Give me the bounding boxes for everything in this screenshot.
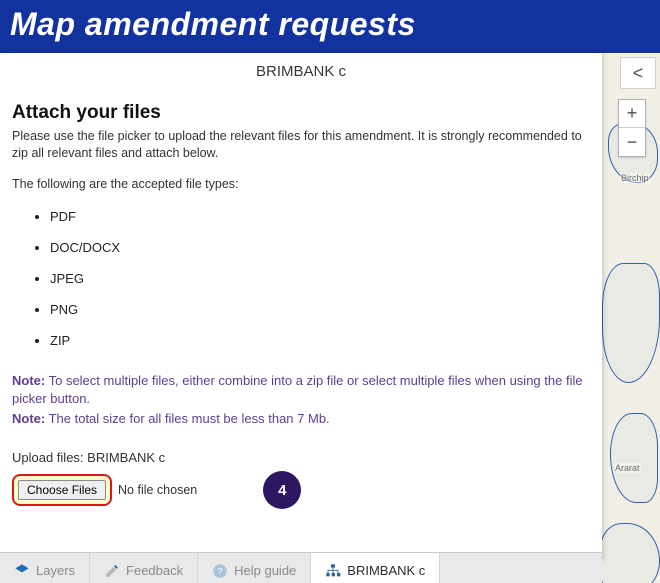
note-label: Note: xyxy=(12,411,45,426)
choose-files-button[interactable]: Choose Files xyxy=(18,480,106,500)
file-type-list: PDF DOC/DOCX JPEG PNG ZIP xyxy=(12,201,584,356)
tab-label: BRIMBANK c xyxy=(347,563,425,578)
choose-files-label: Choose Files xyxy=(27,483,97,497)
choose-files-highlight: Choose Files xyxy=(12,474,112,506)
body-area: Birchip Ararat < + − BRIMBANK c Attach y… xyxy=(0,53,660,583)
note-multiple-files: Note: To select multiple files, either c… xyxy=(12,372,584,408)
map-region-shape xyxy=(602,263,660,383)
file-chooser-row: Choose Files No file chosen 4 xyxy=(12,471,584,509)
step-badge: 4 xyxy=(263,471,301,509)
note-text: The total size for all files must be les… xyxy=(45,411,329,426)
form-panel: BRIMBANK c Attach your files Please use … xyxy=(0,53,602,561)
instructions-text: Please use the file picker to upload the… xyxy=(12,128,584,162)
zoom-out-button[interactable]: − xyxy=(619,128,645,156)
section-title: Attach your files xyxy=(12,102,584,124)
minus-icon: − xyxy=(627,132,638,153)
page-banner: Map amendment requests xyxy=(0,0,660,53)
tab-brimbank[interactable]: BRIMBANK c xyxy=(311,553,440,583)
map-region-shape xyxy=(610,413,658,503)
list-item: JPEG xyxy=(50,263,584,294)
panel-header: BRIMBANK c xyxy=(0,53,602,90)
no-file-chosen-text: No file chosen xyxy=(118,483,197,497)
panel-scroll-area[interactable]: Attach your files Please use the file pi… xyxy=(0,90,602,561)
note-label: Note: xyxy=(12,373,45,388)
list-item: PDF xyxy=(50,201,584,232)
list-item: DOC/DOCX xyxy=(50,232,584,263)
note-size-limit: Note: The total size for all files must … xyxy=(12,410,584,428)
layers-icon xyxy=(14,563,30,579)
tab-label: Help guide xyxy=(234,563,296,578)
pencil-icon xyxy=(104,563,120,579)
tab-layers[interactable]: Layers xyxy=(0,553,90,583)
tab-label: Layers xyxy=(36,563,75,578)
map-label-ararat: Ararat xyxy=(614,463,641,473)
upload-label-name: BRIMBANK c xyxy=(87,450,165,465)
tab-label: Feedback xyxy=(126,563,183,578)
upload-label-prefix: Upload files: xyxy=(12,450,87,465)
plus-icon: + xyxy=(627,103,638,124)
map-region-shape xyxy=(600,523,660,583)
tab-feedback[interactable]: Feedback xyxy=(90,553,198,583)
bottom-tab-bar: Layers Feedback ? Help guide BRIMBANK c xyxy=(0,552,602,583)
note-text: To select multiple files, either combine… xyxy=(12,373,583,406)
tab-help-guide[interactable]: ? Help guide xyxy=(198,553,311,583)
map-label-birchip: Birchip xyxy=(620,173,650,183)
accepted-types-intro: The following are the accepted file type… xyxy=(12,176,584,193)
banner-title: Map amendment requests xyxy=(10,6,416,42)
step-number: 4 xyxy=(278,482,286,499)
panel-title: BRIMBANK c xyxy=(256,63,346,80)
list-item: PNG xyxy=(50,294,584,325)
svg-text:?: ? xyxy=(218,566,223,576)
zoom-in-button[interactable]: + xyxy=(619,100,645,128)
list-item: ZIP xyxy=(50,325,584,356)
upload-field-label: Upload files: BRIMBANK c xyxy=(12,450,584,465)
orgchart-icon xyxy=(325,563,341,579)
panel-collapse-button[interactable]: < xyxy=(620,57,656,89)
spacer xyxy=(12,509,584,549)
zoom-control: + − xyxy=(618,99,646,157)
chevron-left-icon: < xyxy=(633,63,644,84)
question-icon: ? xyxy=(212,563,228,579)
